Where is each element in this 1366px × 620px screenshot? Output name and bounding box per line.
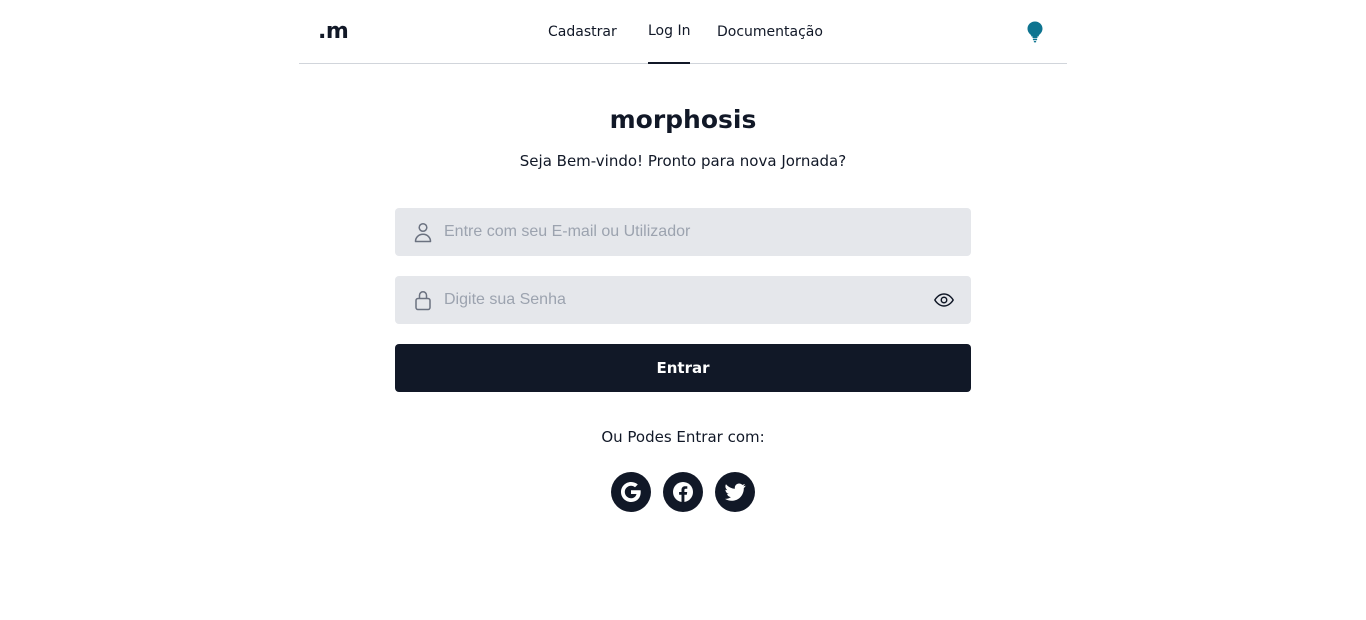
brand-title: morphosis [609, 105, 757, 134]
password-input[interactable] [444, 276, 924, 324]
email-field [395, 208, 971, 256]
twitter-icon [725, 483, 746, 501]
twitter-login-button[interactable] [715, 472, 755, 512]
facebook-login-button[interactable] [663, 472, 703, 512]
password-field [395, 276, 971, 324]
google-login-button[interactable] [611, 472, 651, 512]
alt-login-label: Ou Podes Entrar com: [601, 428, 765, 446]
user-icon [414, 222, 432, 243]
facebook-icon [673, 482, 693, 502]
top-navbar: .m Cadastrar Log In Documentação [299, 0, 1067, 64]
lightbulb-icon[interactable] [1023, 20, 1047, 44]
google-icon [621, 482, 641, 502]
nav-item-cadastrar[interactable]: Cadastrar [548, 0, 617, 63]
nav-item-documentacao[interactable]: Documentação [717, 0, 823, 63]
nav-menu: Cadastrar Log In Documentação [299, 0, 1067, 64]
eye-icon[interactable] [933, 289, 955, 311]
welcome-tagline: Seja Bem-vindo! Pronto para nova Jornada… [519, 152, 847, 170]
login-submit-button[interactable]: Entrar [395, 344, 971, 392]
email-input[interactable] [444, 208, 924, 256]
nav-item-login[interactable]: Log In [648, 0, 691, 64]
lock-icon [415, 291, 431, 311]
